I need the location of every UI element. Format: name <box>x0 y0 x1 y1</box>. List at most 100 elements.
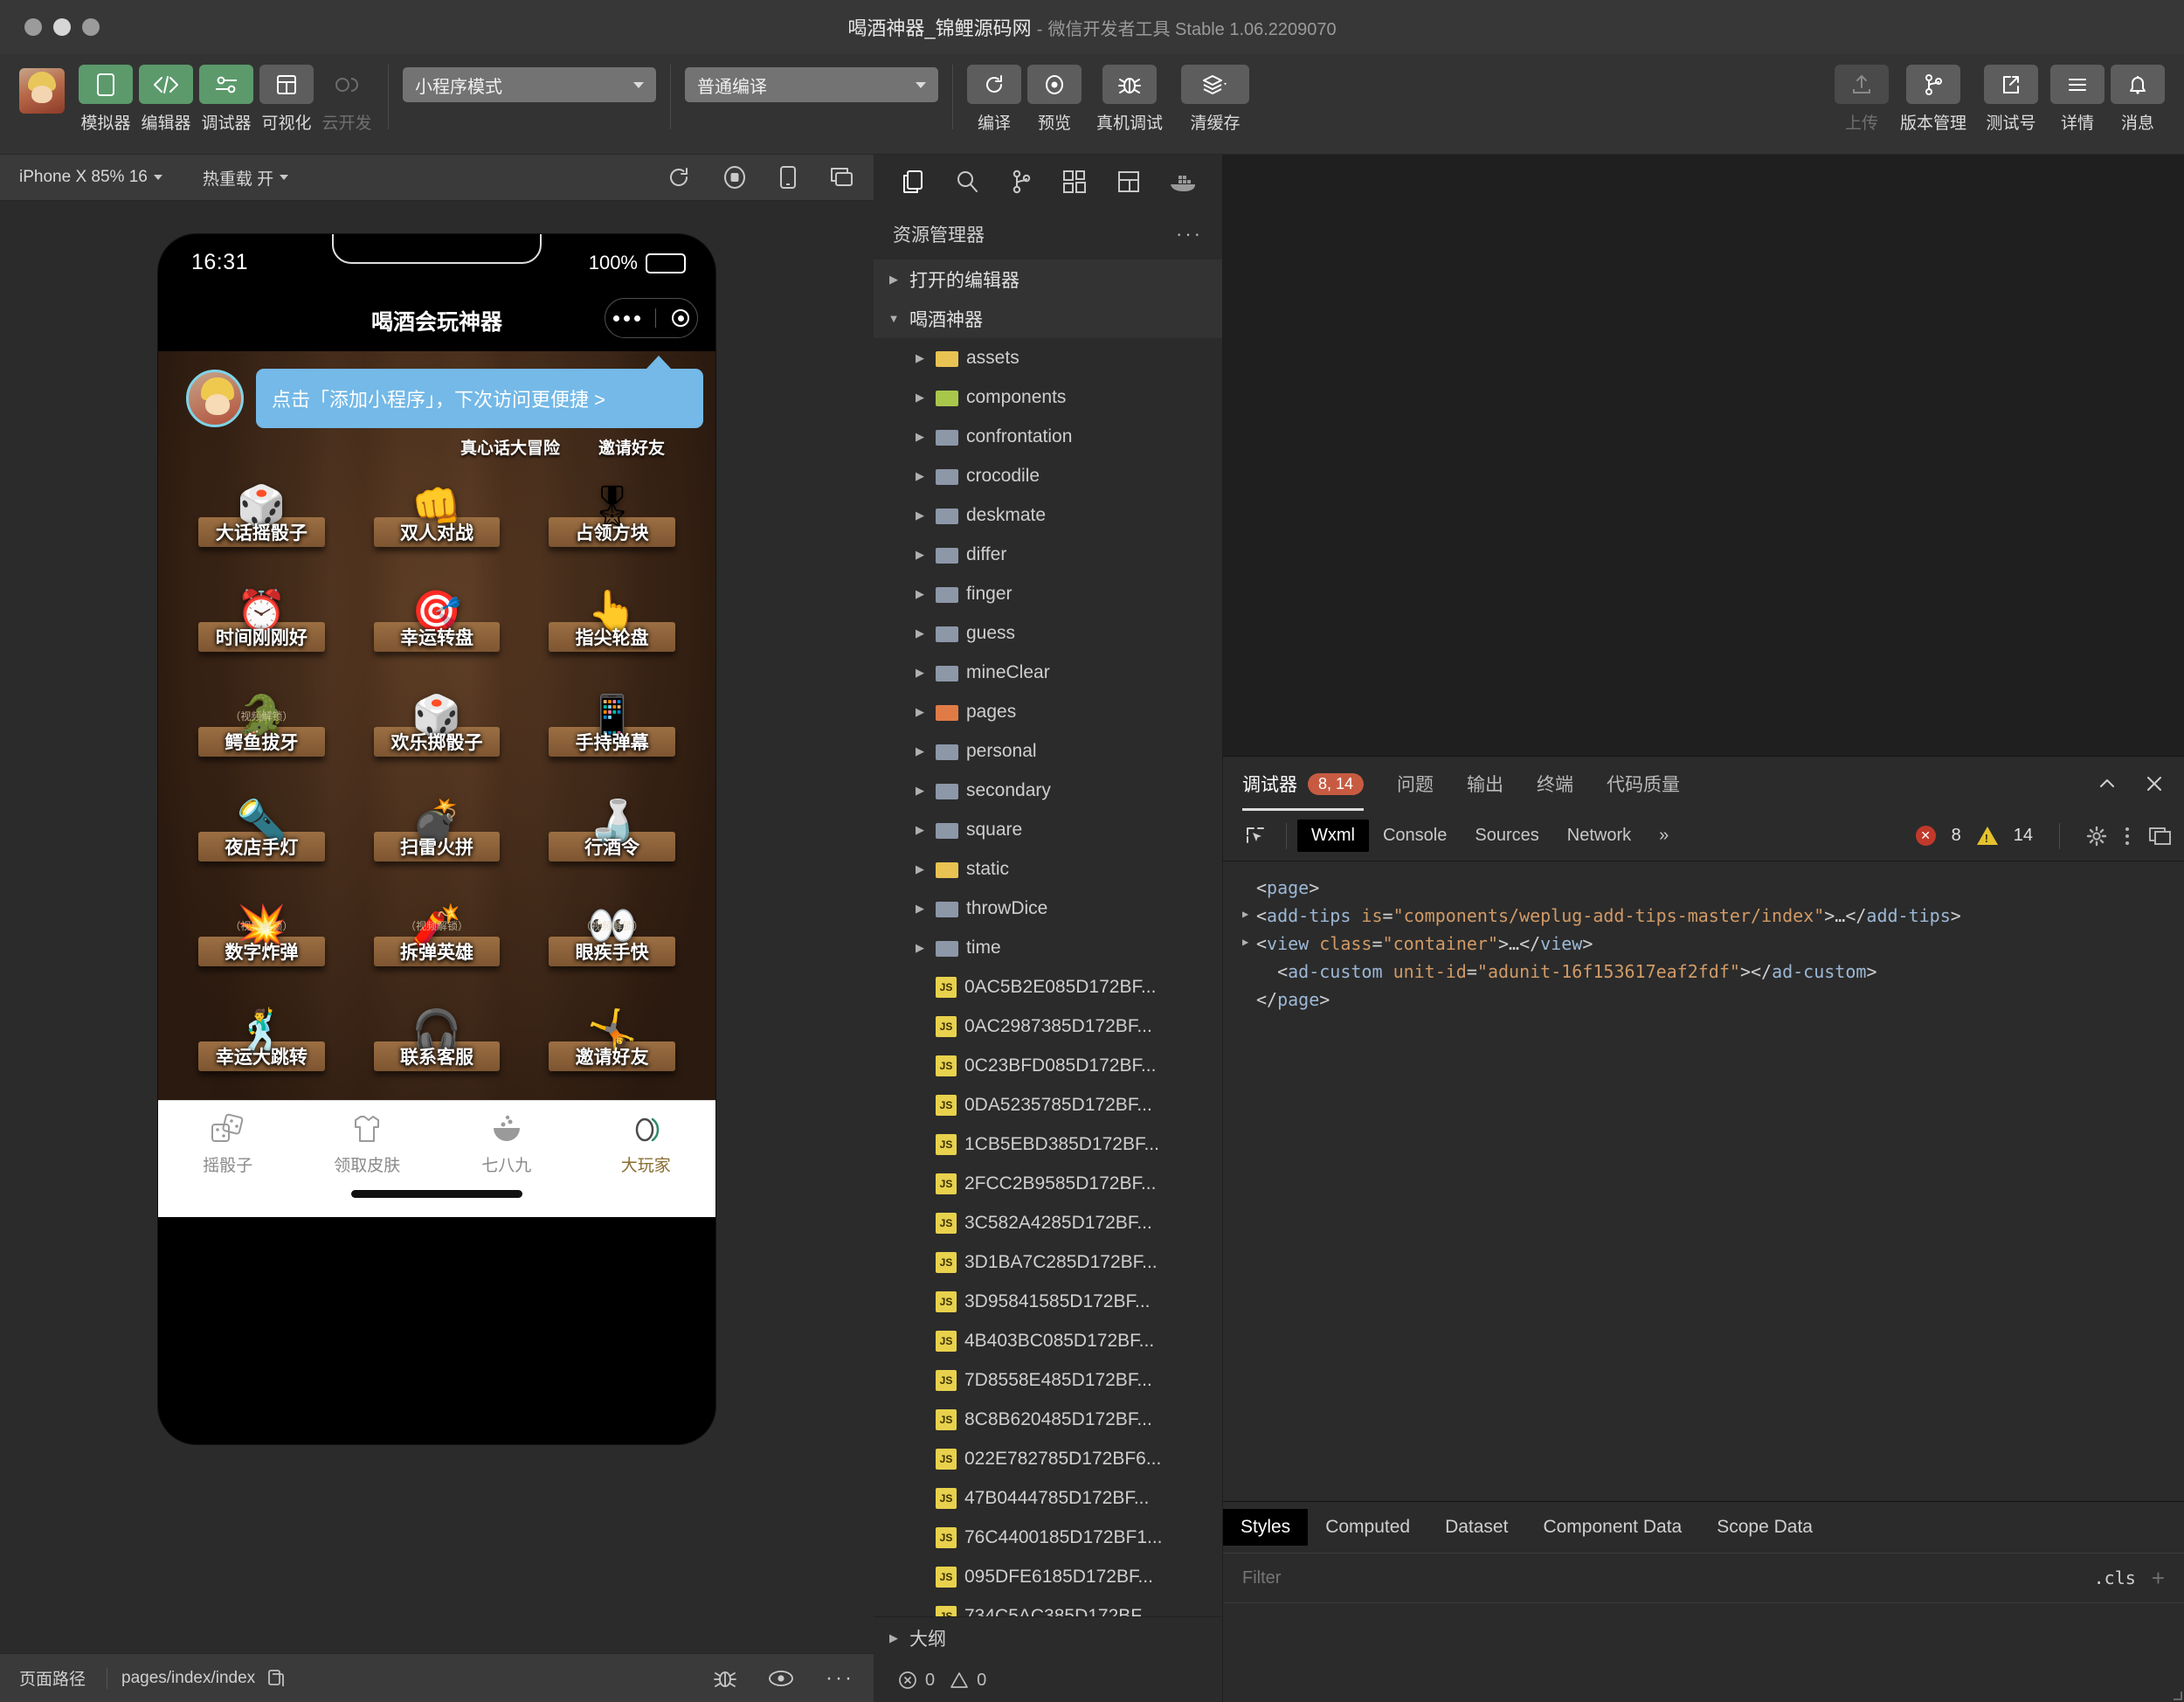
minimize-window-button[interactable] <box>53 18 71 36</box>
styles-tab-0[interactable]: Styles <box>1223 1509 1309 1546</box>
chevron-right-icon[interactable]: ▶ <box>1242 930 1256 951</box>
close-mini-program-icon[interactable] <box>672 309 690 327</box>
game-cell[interactable]: 🍶 行酒令 <box>524 769 700 874</box>
tree-folder-row[interactable]: ▶ secondary <box>874 771 1222 810</box>
devtools-tab-2[interactable]: 输出 <box>1467 757 1503 811</box>
tree-file-row[interactable]: JS 4B403BC085D172BF... <box>874 1321 1222 1360</box>
tree-file-row[interactable]: JS 1CB5EBD385D172BF... <box>874 1124 1222 1164</box>
tree-folder-row[interactable]: ▶ finger <box>874 574 1222 613</box>
device-icon[interactable] <box>778 164 798 190</box>
toolbar-item-realdevice[interactable]: 真机调试 <box>1088 65 1171 134</box>
tree-file-row[interactable]: JS 8C8B620485D172BF... <box>874 1400 1222 1439</box>
styles-tab-2[interactable]: Dataset <box>1427 1509 1525 1546</box>
tree-folder-row[interactable]: ▶ personal <box>874 731 1222 771</box>
bell-icon[interactable] <box>2111 65 2165 104</box>
dock-icon[interactable] <box>2147 826 2172 847</box>
refresh-icon[interactable] <box>666 164 692 190</box>
tree-file-row[interactable]: JS 47B0444785D172BF... <box>874 1478 1222 1518</box>
editor-area[interactable] <box>1223 155 2184 756</box>
sliders-icon[interactable] <box>199 65 253 104</box>
mode-select[interactable]: 小程序模式 <box>403 67 656 102</box>
game-cell[interactable]: 👀 （视频解锁） 眼疾手快 <box>524 874 700 979</box>
problems-summary[interactable]: 0 0 <box>874 1658 1222 1702</box>
tree-file-row[interactable]: JS 022E782785D172BF6... <box>874 1439 1222 1478</box>
devtools-tab-4[interactable]: 代码质量 <box>1607 757 1680 811</box>
collapse-icon[interactable] <box>2097 773 2118 794</box>
styles-tab-1[interactable]: Computed <box>1308 1509 1427 1546</box>
game-cell[interactable]: 🎖 占领方块 <box>524 454 700 559</box>
tree-file-row[interactable]: JS 7D8558E485D172BF... <box>874 1360 1222 1400</box>
outline-section[interactable]: ▶ 大纲 <box>874 1616 1222 1658</box>
toolbar-item-version[interactable]: 版本管理 <box>1895 65 1972 134</box>
detach-icon[interactable] <box>828 165 854 190</box>
layout-icon[interactable] <box>259 65 314 104</box>
phone-icon[interactable] <box>79 65 133 104</box>
git-branch-icon[interactable] <box>1906 65 1960 104</box>
styles-tab-4[interactable]: Scope Data <box>1699 1509 1830 1546</box>
explorer-section-open-editors[interactable]: ▶ 打开的编辑器 <box>874 259 1222 299</box>
tabbar-item-789[interactable]: 七八九 <box>437 1113 577 1176</box>
layers-icon[interactable] <box>1181 65 1249 104</box>
tree-folder-row[interactable]: ▶ time <box>874 928 1222 967</box>
kebab-icon[interactable] <box>2123 826 2132 847</box>
game-cell[interactable]: 🔦 夜店手灯 <box>174 769 349 874</box>
game-cell[interactable]: 💥 （视频解锁） 数字炸弹 <box>174 874 349 979</box>
tree-file-row[interactable]: JS 0AC5B2E085D172BF... <box>874 967 1222 1007</box>
external-link-icon[interactable] <box>1984 65 2038 104</box>
resize-handle[interactable] <box>2174 1692 2182 1700</box>
tree-folder-row[interactable]: ▶ static <box>874 849 1222 889</box>
tree-file-row[interactable]: JS 2FCC2B9585D172BF... <box>874 1164 1222 1203</box>
toolbar-item-visualization[interactable]: 可视化 <box>259 65 314 134</box>
tabbar-item-skin[interactable]: 领取皮肤 <box>298 1113 438 1176</box>
close-window-button[interactable] <box>24 18 42 36</box>
wxml-tree[interactable]: <page> ▶ <add-tips is="components/weplug-a… <box>1223 861 2184 1501</box>
devtools-tab-0[interactable]: 调试器 8, 14 <box>1242 757 1365 811</box>
cls-button[interactable]: .cls <box>2078 1567 2152 1588</box>
tree-file-row[interactable]: JS 734C5AC385D172BF... <box>874 1596 1222 1616</box>
list-icon[interactable] <box>2050 65 2105 104</box>
top-label-invite[interactable]: 邀请好友 <box>598 435 665 459</box>
wxml-line[interactable]: ▶ <view class="container">…</view> <box>1242 930 2165 958</box>
extensions-icon[interactable] <box>1054 162 1095 202</box>
tree-folder-row[interactable]: ▶ pages <box>874 692 1222 731</box>
toolbar-item-editor[interactable]: 编辑器 <box>139 65 193 134</box>
wechat-capsule[interactable] <box>605 298 698 338</box>
inspector-tab-wxml[interactable]: Wxml <box>1297 820 1369 852</box>
game-cell[interactable]: 🎯 幸运转盘 <box>349 559 525 664</box>
explorer-section-project[interactable]: ▼ 喝酒神器 <box>874 299 1222 338</box>
gear-icon[interactable] <box>2086 826 2107 847</box>
add-rule-button[interactable]: + <box>2152 1565 2184 1592</box>
game-cell[interactable]: 📱 手持弹幕 <box>524 664 700 769</box>
eye-target-icon[interactable] <box>1027 65 1082 104</box>
inspector-tab-overflow[interactable]: » <box>1645 820 1683 852</box>
game-cell[interactable]: 👊 双人对战 <box>349 454 525 559</box>
inspector-tab-console[interactable]: Console <box>1369 820 1461 852</box>
add-tips-banner[interactable]: 点击「添加小程序」，下次访问更便捷 > <box>186 356 703 430</box>
tree-folder-row[interactable]: ▶ throwDice <box>874 889 1222 928</box>
tree-file-row[interactable]: JS 3D95841585D172BF... <box>874 1282 1222 1321</box>
bug-icon[interactable] <box>714 1667 736 1690</box>
toolbar-item-debugger[interactable]: 调试器 <box>199 65 253 134</box>
code-icon[interactable] <box>139 65 193 104</box>
toolbar-item-simulator[interactable]: 模拟器 <box>79 65 133 134</box>
devtools-tab-1[interactable]: 问题 <box>1397 757 1434 811</box>
more-icon[interactable] <box>612 315 640 322</box>
toolbar-item-testaccount[interactable]: 测试号 <box>1978 65 2044 134</box>
git-icon[interactable] <box>1001 162 1041 202</box>
toolbar-item-messages[interactable]: 消息 <box>2111 65 2165 134</box>
game-cell[interactable]: 🎲 大话摇骰子 <box>174 454 349 559</box>
more-icon[interactable]: ··· <box>826 1666 854 1691</box>
game-cell[interactable]: 🎧 联系客服 <box>349 979 525 1083</box>
maximize-window-button[interactable] <box>82 18 100 36</box>
docker-icon[interactable] <box>1163 162 1203 202</box>
tabbar-item-dice[interactable]: 摇骰子 <box>158 1113 298 1176</box>
tree-folder-row[interactable]: ▶ deskmate <box>874 495 1222 535</box>
tree-folder-row[interactable]: ▶ confrontation <box>874 417 1222 456</box>
tree-folder-row[interactable]: ▶ crocodile <box>874 456 1222 495</box>
game-cell[interactable]: 👆 指尖轮盘 <box>524 559 700 664</box>
explorer-more-icon[interactable]: ··· <box>1176 223 1203 246</box>
wxml-line[interactable]: <page> <box>1242 874 2165 902</box>
wxml-line[interactable]: </page> <box>1242 986 2165 1014</box>
game-cell[interactable]: 🎲 欢乐掷骰子 <box>349 664 525 769</box>
tree-file-row[interactable]: JS 3D1BA7C285D172BF... <box>874 1242 1222 1282</box>
